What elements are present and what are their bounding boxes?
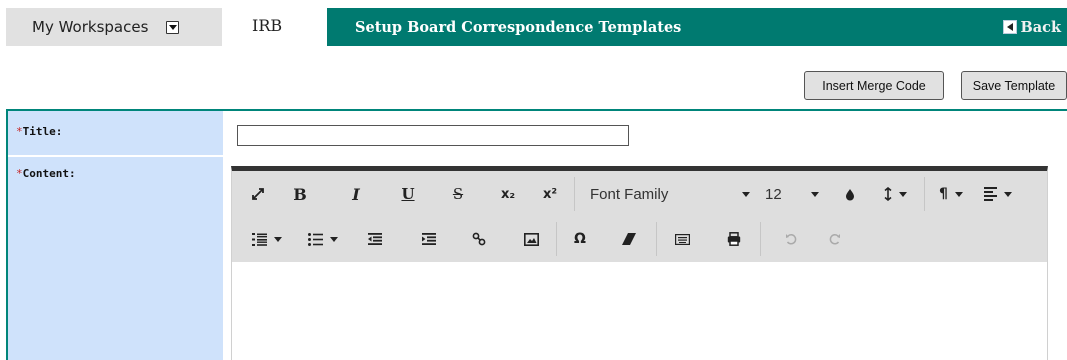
- underline-icon[interactable]: U: [396, 174, 420, 214]
- unordered-list-icon[interactable]: [302, 219, 344, 259]
- clear-formatting-icon[interactable]: [618, 219, 640, 259]
- back-label: Back: [1020, 18, 1061, 36]
- label-column: *Title: *Content:: [8, 111, 223, 360]
- strikethrough-icon[interactable]: S: [446, 174, 470, 214]
- toolbar-separator: [574, 177, 575, 211]
- toolbar-separator: [924, 177, 925, 211]
- required-marker: *: [16, 167, 23, 180]
- my-workspaces-menu[interactable]: My Workspaces: [6, 8, 222, 46]
- my-workspaces-label: My Workspaces: [32, 18, 149, 36]
- text-color-icon[interactable]: [840, 174, 860, 214]
- back-button[interactable]: Back: [1003, 8, 1061, 46]
- fullscreen-icon[interactable]: [246, 174, 270, 214]
- italic-icon[interactable]: I: [344, 174, 368, 214]
- font-family-select[interactable]: Font Family: [590, 174, 750, 214]
- dropdown-arrow-icon[interactable]: [166, 20, 180, 34]
- page-title: Setup Board Correspondence Templates: [355, 18, 682, 36]
- editor-toolbar: B I U S x₂ x² Font Family 12 ¶ Ω: [232, 171, 1047, 262]
- module-label: IRB: [252, 16, 283, 35]
- insert-merge-code-button[interactable]: Insert Merge Code: [804, 71, 944, 100]
- title-label-text: Title:: [22, 125, 63, 138]
- top-bar: My Workspaces IRB Setup Board Correspond…: [0, 0, 1067, 46]
- required-marker: *: [16, 125, 23, 138]
- ordered-list-icon[interactable]: [246, 219, 288, 259]
- image-icon[interactable]: [520, 219, 542, 259]
- redo-icon[interactable]: [824, 219, 846, 259]
- title-input[interactable]: [237, 125, 629, 146]
- chevron-down-icon: [954, 191, 963, 197]
- paragraph-format-icon[interactable]: ¶: [932, 174, 970, 214]
- template-form: *Title: *Content: B I U S x₂ x² Font Fam…: [6, 109, 1067, 360]
- chevron-down-icon: [330, 236, 338, 242]
- print-icon[interactable]: [722, 219, 746, 259]
- chevron-down-icon: [1004, 191, 1012, 197]
- undo-icon[interactable]: [780, 219, 802, 259]
- bold-icon[interactable]: B: [288, 174, 312, 214]
- back-arrow-icon: [1003, 20, 1018, 34]
- subscript-icon[interactable]: x₂: [494, 174, 522, 214]
- superscript-icon[interactable]: x²: [536, 174, 564, 214]
- toolbar-separator: [760, 222, 761, 256]
- chevron-down-icon: [811, 191, 819, 197]
- keyboard-icon[interactable]: [670, 219, 694, 259]
- font-size-value: 12: [765, 185, 782, 203]
- content-label-text: Content:: [22, 167, 76, 180]
- chevron-down-icon: [898, 191, 907, 197]
- toolbar-separator: [656, 222, 657, 256]
- font-family-value: Font Family: [590, 185, 669, 203]
- align-icon[interactable]: [978, 174, 1018, 214]
- special-character-icon[interactable]: Ω: [568, 219, 592, 259]
- toolbar-separator: [556, 222, 557, 256]
- indent-icon[interactable]: [418, 219, 440, 259]
- outdent-icon[interactable]: [364, 219, 386, 259]
- chevron-down-icon: [742, 191, 750, 197]
- line-height-select[interactable]: [876, 174, 914, 214]
- title-field-label: *Title:: [16, 125, 62, 138]
- font-size-select[interactable]: 12: [765, 174, 819, 214]
- content-field-label: *Content:: [16, 167, 76, 180]
- rich-text-editor: B I U S x₂ x² Font Family 12 ¶ Ω: [231, 166, 1048, 360]
- page-title-bar: Setup Board Correspondence Templates Bac…: [327, 8, 1067, 46]
- editor-content-area[interactable]: [232, 262, 1047, 360]
- chevron-down-icon: [274, 236, 282, 242]
- save-template-button[interactable]: Save Template: [961, 71, 1067, 100]
- link-icon[interactable]: [468, 219, 490, 259]
